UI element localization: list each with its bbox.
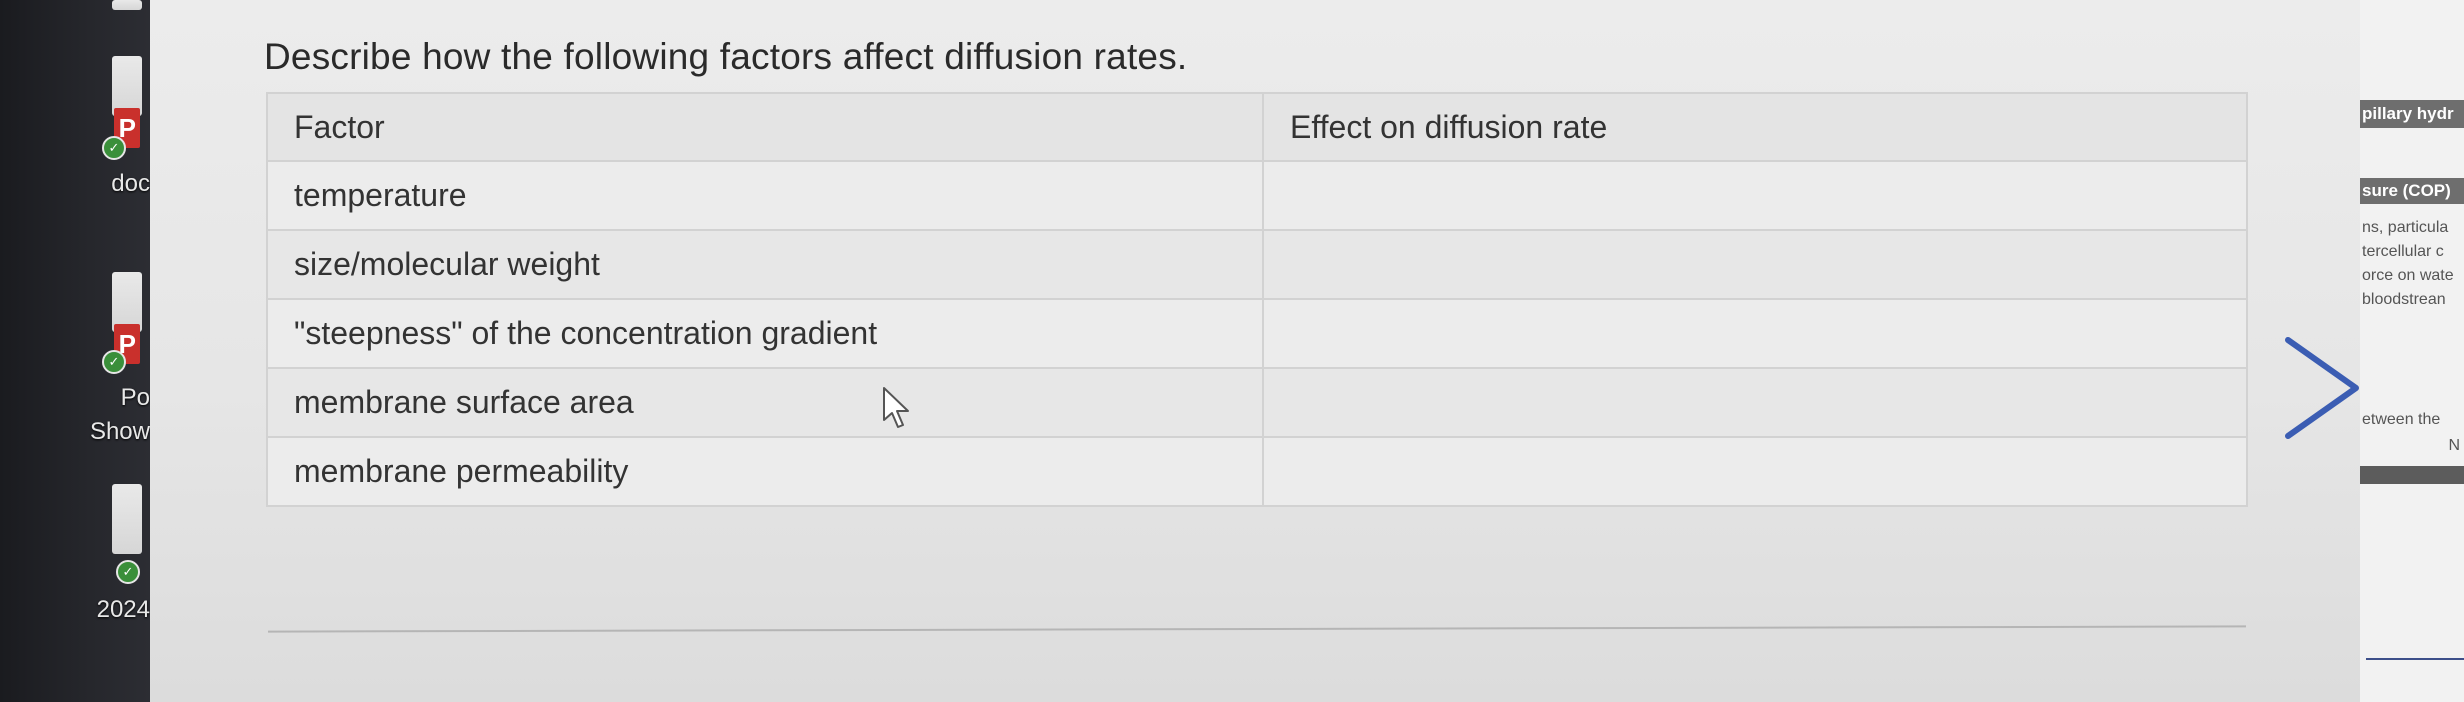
table-row: temperature xyxy=(266,160,2248,231)
desktop-item-label: 2024 xyxy=(96,596,150,623)
factor-cell: "steepness" of the concentration gradien… xyxy=(266,298,1264,369)
panel-text-line: tercellular c xyxy=(2362,243,2444,260)
divider xyxy=(268,625,2246,633)
panel-text-line: etween the xyxy=(2362,411,2441,428)
sync-check-icon: ✓ xyxy=(102,136,126,160)
factor-cell: membrane surface area xyxy=(266,367,1264,438)
desktop-left-strip: P ✓ doc P ✓ Po Show ✓ 2024 xyxy=(0,0,150,702)
document-icon[interactable] xyxy=(112,484,142,554)
effect-answer-cell[interactable] xyxy=(1262,436,2248,507)
panel-heading: sure (COP) xyxy=(2360,178,2464,204)
table-row: membrane permeability xyxy=(266,436,2248,507)
factor-cell: membrane permeability xyxy=(266,436,1264,507)
adjacent-page-panel: pillary hydr sure (COP) ns, particula te… xyxy=(2360,0,2464,702)
document-icon[interactable] xyxy=(112,272,142,332)
column-header-effect: Effect on diffusion rate xyxy=(1262,92,2248,162)
table-header-row: Factor Effect on diffusion rate xyxy=(266,92,2248,162)
factor-cell: size/molecular weight xyxy=(266,229,1264,300)
effect-answer-cell[interactable] xyxy=(1262,298,2248,369)
column-header-factor: Factor xyxy=(266,92,1264,162)
effect-answer-cell[interactable] xyxy=(1262,229,2248,300)
panel-text-line: orce on wate xyxy=(2362,267,2454,284)
sync-check-icon: ✓ xyxy=(102,350,126,374)
factor-cell: temperature xyxy=(266,160,1264,231)
factors-table: Factor Effect on diffusion rate temperat… xyxy=(266,92,2248,507)
table-row: "steepness" of the concentration gradien… xyxy=(266,298,2248,369)
table-row: size/molecular weight xyxy=(266,229,2248,300)
panel-text-line: N xyxy=(2448,437,2460,454)
panel-text-line: bloodstrean xyxy=(2362,291,2446,308)
sync-check-icon: ✓ xyxy=(116,560,140,584)
question-title: Describe how the following factors affec… xyxy=(264,36,1188,77)
document-icon[interactable] xyxy=(112,56,142,116)
panel-divider xyxy=(2366,658,2464,660)
effect-answer-cell[interactable] xyxy=(1262,367,2248,438)
chevron-right-icon[interactable] xyxy=(2274,330,2370,446)
panel-heading: pillary hydr xyxy=(2360,100,2464,128)
mouse-pointer-icon xyxy=(883,387,909,428)
effect-answer-cell[interactable] xyxy=(1262,160,2248,231)
panel-bar xyxy=(2360,466,2464,484)
panel-text-line: ns, particula xyxy=(2362,219,2449,236)
desktop-item-label: Show xyxy=(89,418,150,445)
table-row: membrane surface area xyxy=(266,367,2248,438)
question-page: Describe how the following factors affec… xyxy=(150,0,2360,702)
document-icon[interactable] xyxy=(112,0,142,10)
desktop-item-label: Po xyxy=(120,384,150,411)
desktop-item-label: doc xyxy=(111,170,150,197)
